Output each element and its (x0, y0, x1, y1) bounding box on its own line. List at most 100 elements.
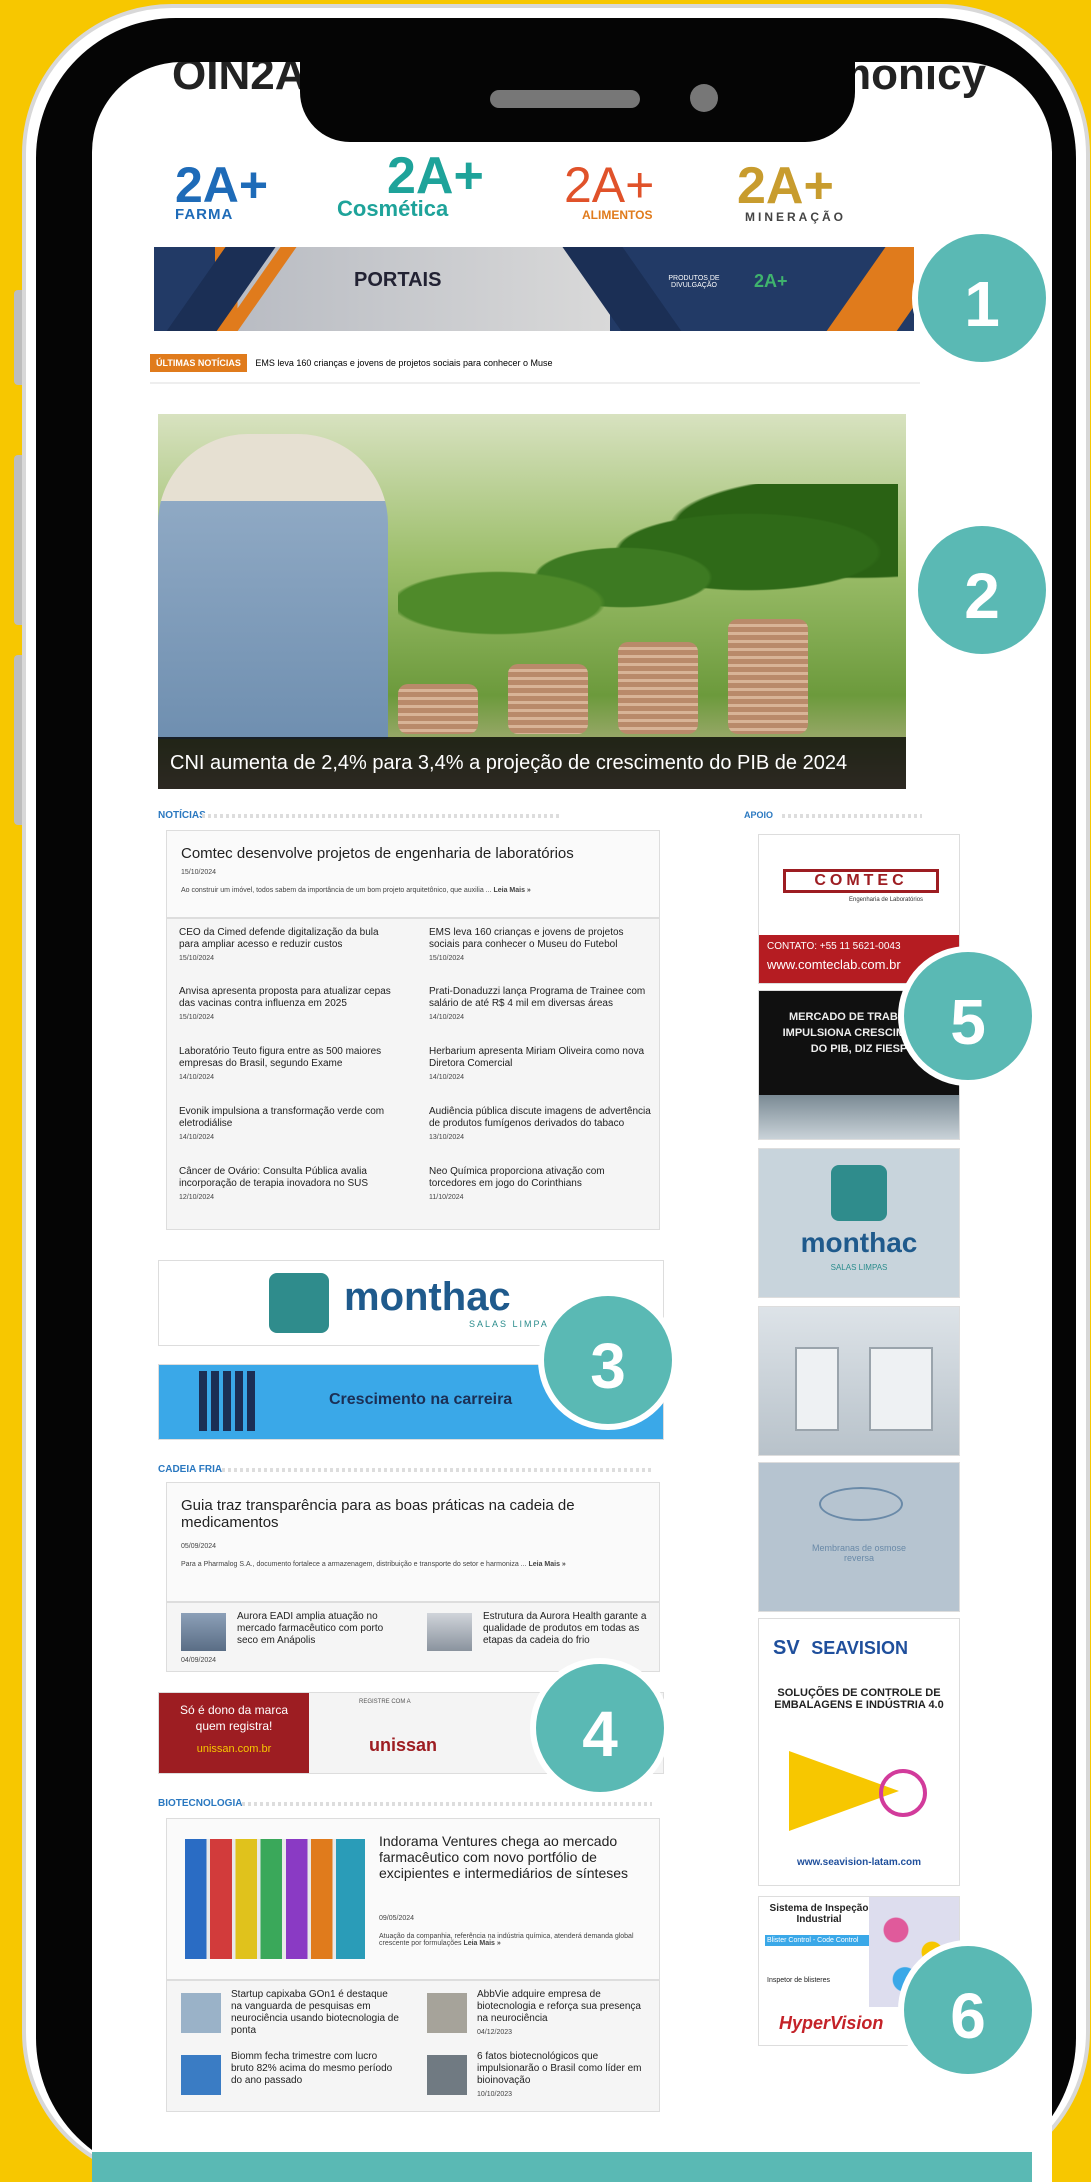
noticias-headline[interactable]: Comtec desenvolve projetos de engenharia… (181, 845, 574, 862)
ad-cleanroom[interactable] (758, 1306, 960, 1456)
comtec-url: www.comteclab.com.br (767, 957, 901, 972)
speaker-grill (490, 90, 640, 108)
section-title-cadeia-fria: CADEIA FRIA (158, 1464, 223, 1475)
news-item[interactable]: Prati-Donaduzzi lança Programa de Traine… (429, 986, 651, 1024)
news-item[interactable]: Biomm fecha trimestre com lucro bruto 82… (231, 2051, 401, 2087)
unissan-url: unissan.com.br (196, 1743, 272, 1755)
section-divider-bio (242, 1802, 652, 1806)
noticias-read-more[interactable]: Leia Mais » (493, 887, 530, 894)
hero-coins-4 (728, 619, 808, 734)
news-item[interactable]: EMS leva 160 crianças e jovens de projet… (429, 927, 651, 965)
truck-thumbnail (181, 1613, 226, 1651)
unissan-line2: quem registra! (195, 1719, 273, 1733)
comtec-logo: COMTEC (783, 869, 939, 893)
cadeia-featured[interactable]: Guia traz transparência para as boas prá… (166, 1482, 660, 1602)
cadeia-headline[interactable]: Guia traz transparência para as boas prá… (181, 1497, 621, 1531)
logo-2a-cosmetica[interactable]: 2A+ Cosmética (337, 146, 484, 222)
hero-caption[interactable]: CNI aumenta de 2,4% para 3,4% a projeção… (158, 737, 906, 789)
cut-off-heading-left: OIN2A (172, 62, 307, 99)
bio-featured[interactable]: Indorama Ventures chega ao mercado farma… (166, 1818, 660, 1980)
news-item[interactable]: Laboratório Teuto figura entre as 500 ma… (179, 1046, 401, 1084)
callout-5: 5 (898, 946, 1038, 1086)
section-divider-noticias (202, 814, 562, 818)
mercado-image (759, 1095, 959, 1139)
monthac-side-icon (831, 1165, 887, 1221)
news-item-date: 04/09/2024 (181, 1657, 217, 1664)
bio-headline[interactable]: Indorama Ventures chega ao mercado farma… (379, 1833, 647, 1881)
news-item[interactable]: Estrutura da Aurora Health garante a qua… (483, 1611, 649, 1647)
banner-portais[interactable]: PORTAIS PRODUTOS DE DIVULGAÇÃO 2A+ (154, 247, 914, 331)
news-item[interactable]: Aurora EADI amplia atuação no mercado fa… (237, 1611, 397, 1647)
callout-2: 2 (912, 520, 1052, 660)
news-item[interactable]: Neo Química proporciona ativação com tor… (429, 1166, 651, 1204)
bio-test-tubes-image (185, 1839, 365, 1959)
news-item[interactable]: Herbarium apresenta Miriam Oliveira como… (429, 1046, 651, 1084)
hero-trees (398, 484, 898, 654)
noticias-excerpt: Ao construir um imóvel, todos sabem da i… (181, 887, 531, 894)
hero-coins-1 (398, 684, 478, 734)
news-ticker: ÚLTIMAS NOTÍCIAS EMS leva 160 crianças e… (150, 354, 920, 384)
seavision-circle (879, 1769, 927, 1817)
callout-4: 4 (530, 1658, 670, 1798)
noticias-date: 15/10/2024 (181, 869, 217, 876)
news-item[interactable]: CEO da Cimed defende digitalização da bu… (179, 927, 401, 965)
monthac-logo-icon (269, 1273, 329, 1333)
bottom-accent-bar (92, 2152, 1032, 2182)
news-item[interactable]: Anvisa apresenta proposta para atualizar… (179, 986, 401, 1024)
callout-3: 3 (538, 1290, 678, 1430)
hero-featured-story[interactable]: CNI aumenta de 2,4% para 3,4% a projeção… (158, 414, 906, 789)
section-divider-apoio (782, 814, 922, 818)
section-title-apoio: APOIO (744, 810, 774, 820)
unissan-name: unissan (369, 1735, 438, 1755)
banner-orange-corner (815, 247, 914, 331)
bio-thumb-2 (427, 1993, 467, 2033)
truck-thumbnail-2 (427, 1613, 472, 1651)
bio-date: 09/05/2024 (379, 1915, 415, 1922)
news-item[interactable]: Evonik impulsiona a transformação verde … (179, 1106, 401, 1144)
hyper-name: HyperVision (779, 2013, 884, 2033)
noticias-featured[interactable]: Comtec desenvolve projetos de engenharia… (166, 830, 660, 918)
bio-thumb-4 (427, 2055, 467, 2095)
ad-monthac-side[interactable]: monthac SALAS LIMPAS (758, 1148, 960, 1298)
ticker-text[interactable]: EMS leva 160 crianças e jovens de projet… (255, 358, 552, 368)
unissan-tag: REGISTRE COM A (359, 1699, 411, 1705)
section-divider-cadeia (222, 1468, 652, 1472)
banner-sub: PRODUTOS DE DIVULGAÇÃO (668, 275, 720, 289)
membranas-text: Membranas de osmose reversa (811, 1543, 907, 1563)
membranas-logo-icon (819, 1487, 903, 1521)
news-item[interactable]: AbbVie adquire empresa de biotecnologia … (477, 1989, 649, 2039)
comtec-contact: CONTATO: +55 11 5621-0043 (767, 941, 901, 952)
news-item[interactable]: Startup capixaba GOn1 é destaque na vang… (231, 1989, 401, 2037)
bio-thumb-1 (181, 1993, 221, 2033)
section-title-noticias: NOTÍCIAS (158, 810, 206, 821)
ad-seavision[interactable]: SV SEAVISION SOLUÇÕES DE CONTROLE DE EMB… (758, 1618, 960, 1886)
logo-2a-alimentos[interactable]: 2A+ ALIMENTOS (564, 156, 654, 222)
monthac-name: monthac (344, 1275, 511, 1319)
phone-notch (300, 50, 855, 142)
section-title-biotecnologia: BIOTECNOLOGIA (158, 1798, 243, 1809)
cut-off-heading-right: monicy (832, 62, 987, 99)
hero-man-figure (158, 434, 388, 739)
banner-title: PORTAIS (354, 269, 442, 291)
logo-2a-mineracao[interactable]: 2A+ MINERAÇÃO (737, 156, 846, 224)
cadeia-excerpt: Para a Pharmalog S.A., documento fortale… (181, 1561, 566, 1568)
news-item[interactable]: Câncer de Ovário: Consulta Pública avali… (179, 1166, 401, 1204)
ad-membranas[interactable]: Membranas de osmose reversa (758, 1462, 960, 1612)
cadeia-read-more[interactable]: Leia Mais » (528, 1561, 565, 1568)
bio-list: Startup capixaba GOn1 é destaque na vang… (166, 1980, 660, 2112)
hyper-sub: Blister Control - Code Control (765, 1935, 879, 1946)
news-item[interactable]: 6 fatos biotecnológicos que impulsionarã… (477, 2051, 649, 2101)
noticias-list: CEO da Cimed defende digitalização da bu… (166, 918, 660, 1230)
hyper-title: Sistema de Inspeção Industrial (769, 1903, 869, 1925)
logo-2a-farma[interactable]: 2A+ FARMA (175, 156, 268, 223)
hero-coins-2 (508, 664, 588, 734)
seavision-url: www.seavision-latam.com (796, 1857, 922, 1868)
monthac-side-sub: SALAS LIMPAS (830, 1263, 888, 1272)
bio-excerpt: Atuação da companhia, referência na indú… (379, 1933, 634, 1947)
seavision-text: SOLUÇÕES DE CONTROLE DE EMBALAGENS E IND… (774, 1687, 944, 1711)
cleanroom-door-2 (869, 1347, 933, 1431)
comtec-sub: Engenharia de Laboratórios (849, 897, 924, 903)
callout-6: 6 (898, 1940, 1038, 2080)
bio-read-more[interactable]: Leia Mais » (463, 1940, 500, 1947)
news-item[interactable]: Audiência pública discute imagens de adv… (429, 1106, 651, 1144)
